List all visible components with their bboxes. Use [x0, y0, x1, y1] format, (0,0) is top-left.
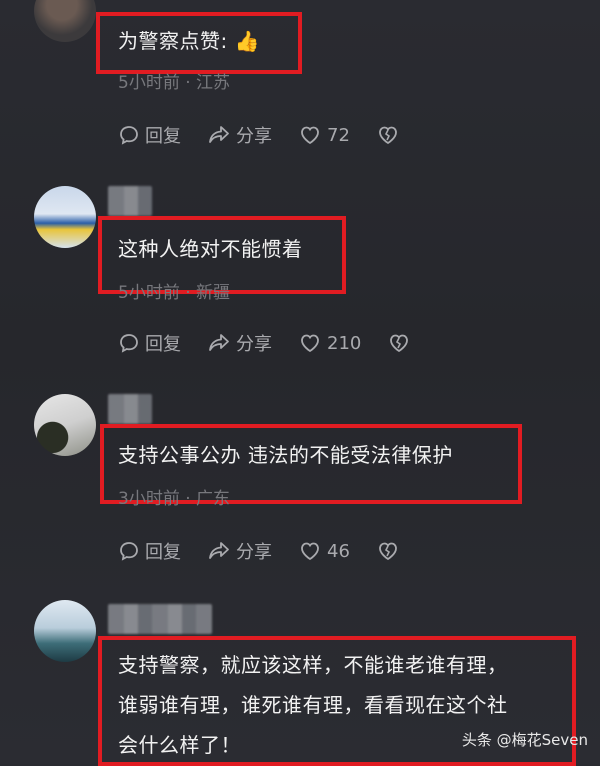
comment-actions: 回复 分享 72 — [118, 120, 431, 150]
scrollbar[interactable] — [590, 0, 594, 764]
comment-actions: 回复 分享 46 — [118, 536, 431, 566]
comment-meta: 5小时前 · 新疆 — [118, 283, 231, 303]
reply-icon — [120, 542, 138, 561]
avatar[interactable] — [34, 394, 96, 456]
like-button[interactable]: 72 — [298, 124, 350, 146]
dislike-button[interactable] — [387, 332, 416, 354]
like-button[interactable]: 210 — [298, 332, 361, 354]
share-icon — [209, 334, 229, 351]
avatar[interactable] — [34, 186, 96, 248]
share-label: 分享 — [236, 334, 272, 355]
reply-button[interactable]: 回复 — [118, 122, 181, 148]
username-blurred — [108, 186, 152, 216]
heart-icon — [301, 334, 319, 353]
broken-heart-icon — [379, 542, 397, 561]
dislike-button[interactable] — [376, 540, 405, 562]
comment-meta: 5小时前 · 江苏 — [118, 73, 231, 93]
reply-button[interactable]: 回复 — [118, 330, 181, 356]
avatar[interactable] — [34, 600, 96, 662]
highlight-box — [96, 12, 302, 74]
heart-icon — [301, 126, 319, 145]
heart-icon — [301, 542, 319, 561]
reply-label: 回复 — [145, 126, 181, 147]
share-button[interactable]: 分享 — [207, 330, 272, 356]
broken-heart-icon — [390, 334, 409, 353]
reply-label: 回复 — [145, 542, 181, 563]
reply-icon — [120, 334, 138, 353]
reply-button[interactable]: 回复 — [118, 538, 181, 564]
broken-heart-icon — [379, 126, 397, 145]
like-button[interactable]: 46 — [298, 540, 350, 562]
share-label: 分享 — [236, 126, 272, 147]
username-blurred — [108, 604, 212, 634]
share-icon — [209, 542, 229, 559]
comment-actions: 回复 分享 210 — [118, 328, 442, 358]
dislike-button[interactable] — [376, 124, 405, 146]
like-count: 210 — [327, 332, 362, 354]
share-button[interactable]: 分享 — [207, 122, 272, 148]
share-button[interactable]: 分享 — [207, 538, 272, 564]
reply-label: 回复 — [145, 334, 181, 355]
comment-meta: 3小时前 · 广东 — [118, 489, 231, 509]
share-icon — [209, 126, 229, 143]
watermark: 头条 @梅花Seven — [461, 731, 588, 749]
share-label: 分享 — [236, 542, 272, 563]
like-count: 72 — [327, 124, 350, 146]
like-count: 46 — [327, 540, 350, 562]
reply-icon — [120, 126, 138, 145]
avatar[interactable] — [34, 0, 96, 42]
username-blurred — [108, 394, 152, 424]
